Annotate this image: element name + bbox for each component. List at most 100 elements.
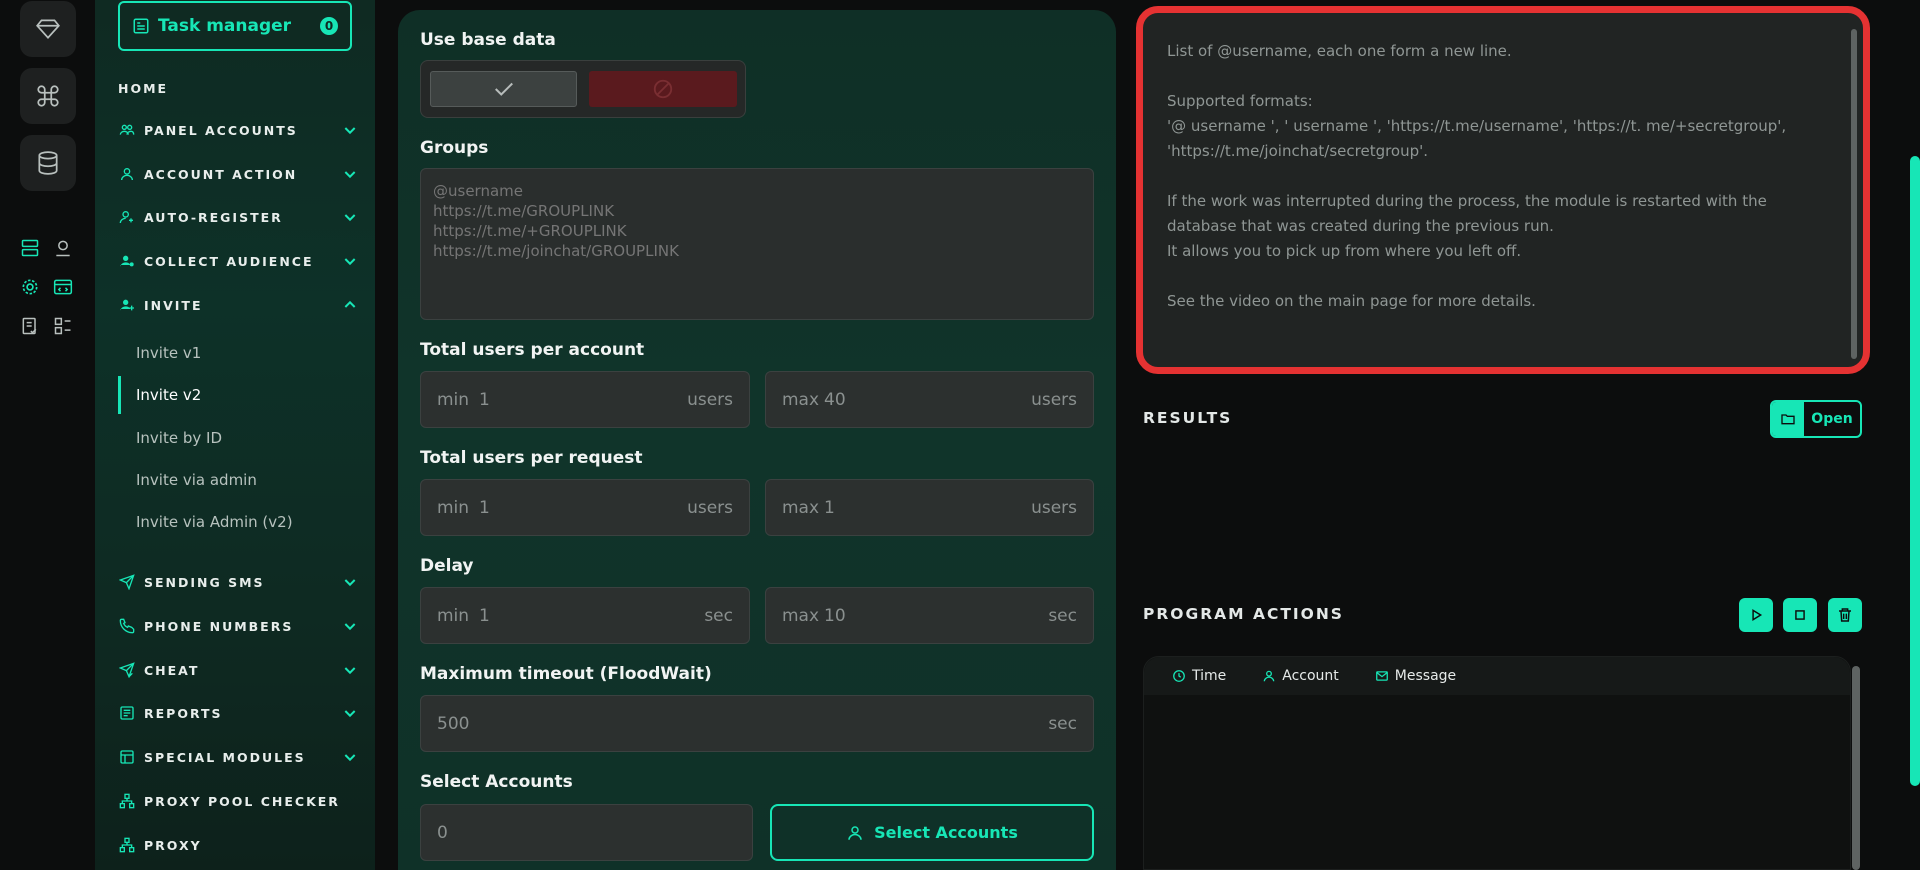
chevron-down-icon[interactable]: [342, 253, 358, 269]
delay-min-input[interactable]: min 1 sec: [420, 587, 750, 644]
nav-invite[interactable]: INVITE: [118, 290, 358, 320]
task-manager-label: Task manager: [158, 16, 292, 36]
field-suffix: users: [687, 497, 733, 518]
ban-icon: [653, 79, 673, 99]
chevron-down-icon[interactable]: [342, 662, 358, 678]
nav-special-modules[interactable]: SPECIAL MODULES: [118, 742, 358, 772]
command-button[interactable]: [20, 68, 76, 124]
server-list-icon: [21, 239, 39, 257]
help-scrollbar[interactable]: [1851, 29, 1857, 359]
field-prefix: max: [782, 389, 820, 410]
users-per-request-min-input[interactable]: min 1 users: [420, 479, 750, 536]
open-results-label: Open: [1811, 411, 1853, 427]
task-list-button[interactable]: [17, 313, 43, 339]
groups-textarea[interactable]: [420, 168, 1094, 320]
stop-button[interactable]: [1783, 598, 1817, 632]
field-value: 40: [824, 389, 846, 410]
nav-proxy[interactable]: PROXY: [118, 830, 358, 860]
grid-transfer-button[interactable]: [50, 313, 76, 339]
users-per-request-max-input[interactable]: max 1 users: [765, 479, 1094, 536]
phone-icon: [118, 617, 136, 635]
clear-log-button[interactable]: [1828, 598, 1862, 632]
users-icon: [118, 121, 136, 139]
chevron-down-icon[interactable]: [342, 122, 358, 138]
command-icon: [37, 85, 59, 107]
toggle-yes-button[interactable]: [430, 71, 577, 107]
field-suffix: users: [687, 389, 733, 410]
use-base-data-toggle: [420, 60, 746, 118]
chevron-down-icon[interactable]: [342, 574, 358, 590]
nav-home[interactable]: HOME: [118, 73, 358, 103]
field-suffix: users: [1031, 497, 1077, 518]
nav-special-modules-label: SPECIAL MODULES: [144, 749, 306, 765]
app-root: Task manager 0 HOME PANEL ACCOUNTS ACCOU…: [0, 0, 1920, 870]
nav-sending-sms[interactable]: SENDING SMS: [118, 567, 358, 597]
log-column-time[interactable]: Time: [1172, 668, 1226, 684]
network-icon: [118, 836, 136, 854]
delay-label: Delay: [420, 556, 474, 576]
nav-auto-register[interactable]: AUTO-REGISTER: [118, 202, 358, 232]
log-column-message[interactable]: Message: [1375, 668, 1456, 684]
nav-proxy-pool-checker[interactable]: PROXY POOL CHECKER: [118, 786, 358, 816]
task-manager-button[interactable]: Task manager 0: [118, 1, 352, 51]
select-accounts-button[interactable]: Select Accounts: [770, 804, 1094, 861]
nav-reports-label: REPORTS: [144, 705, 223, 721]
nav-reports[interactable]: REPORTS: [118, 698, 358, 728]
sub-invite-via-admin-v2[interactable]: Invite via Admin (v2): [118, 503, 358, 541]
field-value: 10: [824, 605, 846, 626]
sub-invite-by-id[interactable]: Invite by ID: [118, 419, 358, 457]
nav-account-action[interactable]: ACCOUNT ACTION: [118, 159, 358, 189]
chevron-down-icon[interactable]: [342, 209, 358, 225]
selected-accounts-count-input[interactable]: 0: [420, 804, 753, 861]
help-text-box: List of @username, each one form a new l…: [1136, 6, 1870, 374]
user-location-button[interactable]: [50, 235, 76, 261]
settings-button[interactable]: [17, 274, 43, 300]
database-icon: [38, 151, 58, 175]
send-check-icon: [118, 661, 136, 679]
field-suffix: users: [1031, 389, 1077, 410]
log-table-header: Time Account Message: [1144, 657, 1850, 695]
icon-rail: [0, 0, 95, 870]
database-button[interactable]: [20, 135, 76, 191]
users-per-account-min-input[interactable]: min 1 users: [420, 371, 750, 428]
log-column-account[interactable]: Account: [1262, 668, 1339, 684]
chevron-down-icon[interactable]: [342, 166, 358, 182]
server-list-button[interactable]: [17, 235, 43, 261]
log-scrollbar[interactable]: [1852, 666, 1860, 870]
trash-icon: [1839, 608, 1851, 622]
nav-cheat-label: CHEAT: [144, 662, 200, 678]
nav-collect-audience[interactable]: COLLECT AUDIENCE: [118, 246, 358, 276]
field-value: 1: [479, 605, 490, 626]
program-actions-title: PROGRAM ACTIONS: [1143, 605, 1344, 623]
delay-max-input[interactable]: max 10 sec: [765, 587, 1094, 644]
max-timeout-input[interactable]: 500 sec: [420, 695, 1094, 752]
page-scrollbar[interactable]: [1910, 156, 1920, 786]
chevron-up-icon[interactable]: [342, 297, 358, 313]
sub-invite-v2[interactable]: Invite v2: [118, 376, 358, 414]
toggle-no-button[interactable]: [589, 71, 737, 107]
user-icon: [848, 825, 862, 840]
log-column-message-label: Message: [1394, 668, 1457, 684]
sub-invite-v1[interactable]: Invite v1: [118, 334, 358, 372]
code-window-button[interactable]: [50, 274, 76, 300]
nav-phone-numbers[interactable]: PHONE NUMBERS: [118, 611, 358, 641]
open-results-button[interactable]: Open: [1770, 400, 1862, 438]
nav-panel-accounts[interactable]: PANEL ACCOUNTS: [118, 115, 358, 145]
users-per-request-label: Total users per request: [420, 448, 643, 468]
chevron-down-icon[interactable]: [342, 749, 358, 765]
start-button[interactable]: [1739, 598, 1773, 632]
task-list-icon: [22, 317, 37, 335]
users-per-account-label: Total users per account: [420, 340, 645, 360]
chevron-down-icon[interactable]: [342, 705, 358, 721]
network-icon: [118, 792, 136, 810]
nav-cheat[interactable]: CHEAT: [118, 655, 358, 685]
diamond-button[interactable]: [20, 1, 76, 57]
play-icon: [1752, 609, 1763, 621]
sub-invite-via-admin[interactable]: Invite via admin: [118, 461, 358, 499]
nav-sending-sms-label: SENDING SMS: [144, 574, 265, 590]
nav-auto-register-label: AUTO-REGISTER: [144, 209, 283, 225]
users-per-account-max-input[interactable]: max 40 users: [765, 371, 1094, 428]
user-plus-icon: [118, 296, 136, 314]
chevron-down-icon[interactable]: [342, 618, 358, 634]
results-title: RESULTS: [1143, 409, 1233, 427]
